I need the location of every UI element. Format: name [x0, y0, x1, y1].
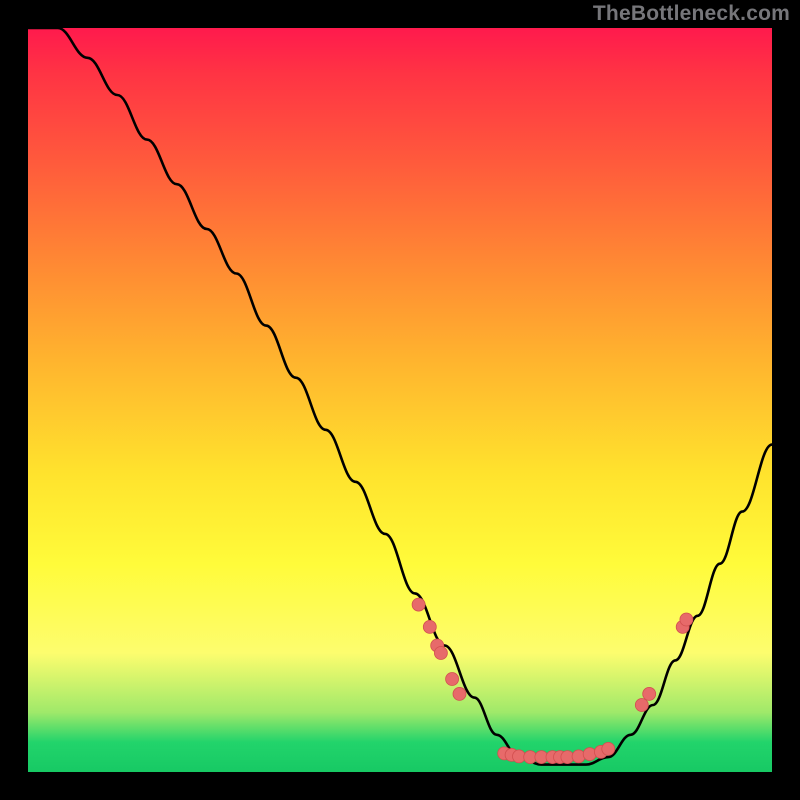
chart-gradient-background	[28, 28, 772, 772]
chart-frame	[28, 28, 772, 772]
watermark-text: TheBottleneck.com	[593, 2, 790, 26]
